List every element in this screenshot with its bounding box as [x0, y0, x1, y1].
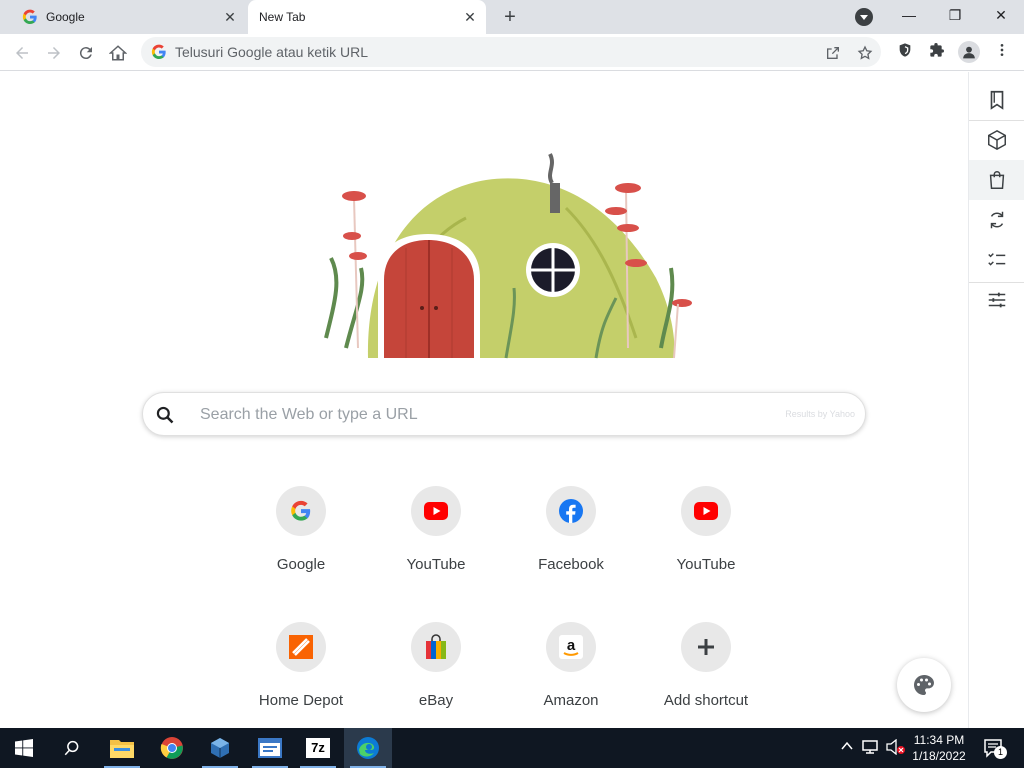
web-search-box[interactable]: Search the Web or type a URL Results by …: [142, 392, 866, 436]
clock-date: 1/18/2022: [912, 749, 966, 763]
shortcut-label: Add shortcut: [663, 692, 749, 709]
sliders-icon[interactable]: [969, 280, 1024, 320]
share-icon[interactable]: [823, 43, 843, 63]
shortcut-ebay[interactable]: eBay: [381, 622, 491, 732]
youtube-icon: [411, 486, 461, 536]
search-provider-label: Results by Yahoo: [785, 409, 855, 419]
palette-icon: [914, 675, 934, 695]
shortcut-label: Amazon: [543, 692, 599, 709]
shield-icon[interactable]: [895, 42, 915, 62]
google-favicon-icon: [22, 9, 37, 24]
omnibox[interactable]: Telusuri Google atau ketik URL: [141, 37, 881, 67]
tab-close-icon[interactable]: ✕: [222, 9, 238, 25]
notification-center-icon[interactable]: 1: [984, 738, 1007, 761]
chrome-icon[interactable]: [148, 728, 196, 768]
tab-title: New Tab: [259, 10, 306, 24]
more-menu-icon[interactable]: [992, 42, 1012, 62]
clock-time: 11:34 PM: [913, 733, 965, 747]
app-window-icon[interactable]: [246, 728, 294, 768]
sync-icon[interactable]: [969, 200, 1024, 240]
shortcut-google[interactable]: Google: [246, 486, 356, 596]
shortcut-label: YouTube: [676, 556, 736, 573]
taskbar-search-icon[interactable]: [48, 728, 96, 768]
package-icon[interactable]: [969, 120, 1024, 160]
volume-muted-icon[interactable]: [886, 738, 906, 758]
checklist-icon[interactable]: [969, 240, 1024, 280]
profile-avatar-icon[interactable]: [958, 41, 980, 63]
windows-taskbar: 7z 11:34 PM 1/18/2022 1: [0, 728, 1024, 768]
7zip-label: 7z: [306, 738, 330, 758]
shortcut-label: Google: [276, 556, 326, 573]
reload-icon[interactable]: [73, 40, 99, 66]
svg-text:a: a: [567, 637, 576, 654]
new-tab-button[interactable]: +: [498, 5, 522, 29]
minimize-button[interactable]: —: [886, 0, 932, 30]
facebook-icon: [546, 486, 596, 536]
customize-palette-button[interactable]: [897, 658, 951, 712]
shortcut-home-depot[interactable]: Home Depot: [246, 622, 356, 732]
tab-new-tab[interactable]: New Tab ✕: [248, 0, 486, 34]
home-icon[interactable]: [105, 40, 131, 66]
shortcut-facebook[interactable]: Facebook: [516, 486, 626, 596]
bookmark-icon[interactable]: [969, 80, 1024, 120]
ebay-icon: [411, 622, 461, 672]
tab-google[interactable]: Google ✕: [8, 0, 246, 34]
shortcut-label: YouTube: [406, 556, 466, 573]
file-explorer-icon[interactable]: [98, 728, 146, 768]
search-placeholder: Search the Web or type a URL: [200, 406, 418, 423]
start-windows-icon[interactable]: [0, 728, 48, 768]
google-icon: [276, 486, 326, 536]
hobbit-house-doodle-image: [324, 153, 692, 359]
extensions-puzzle-icon[interactable]: [927, 42, 947, 62]
tab-strip: Google ✕ New Tab ✕ + — ❐ ✕: [0, 0, 1024, 34]
amazon-icon: a: [546, 622, 596, 672]
shortcut-label: eBay: [418, 692, 454, 709]
plus-icon: [681, 622, 731, 672]
tab-search-icon[interactable]: [855, 8, 873, 26]
omnibox-placeholder: Telusuri Google atau ketik URL: [175, 44, 368, 60]
clock[interactable]: 11:34 PM 1/18/2022: [908, 732, 970, 764]
home-depot-icon: [276, 622, 326, 672]
shortcut-youtube[interactable]: YouTube: [381, 486, 491, 596]
bookmark-star-icon[interactable]: [855, 43, 875, 63]
tab-title: Google: [46, 10, 85, 24]
forward-icon[interactable]: [41, 40, 67, 66]
show-hidden-icons-chevron-icon[interactable]: [840, 739, 854, 756]
browser-toolbar: Telusuri Google atau ketik URL: [0, 34, 1024, 71]
network-icon[interactable]: [862, 739, 880, 758]
shortcut-label: Home Depot: [258, 692, 344, 709]
side-panel: [968, 72, 1024, 728]
close-window-button[interactable]: ✕: [978, 0, 1024, 30]
tab-close-icon[interactable]: ✕: [462, 9, 478, 25]
shopping-bag-icon[interactable]: [969, 160, 1024, 200]
shortcut-youtube[interactable]: YouTube: [651, 486, 761, 596]
google-icon: [151, 44, 166, 59]
restore-button[interactable]: ❐: [932, 0, 978, 30]
notification-count-badge: 1: [994, 746, 1007, 759]
shortcut-label: Facebook: [538, 556, 604, 573]
add-shortcut-button[interactable]: Add shortcut: [651, 622, 761, 732]
virtualbox-icon[interactable]: [196, 728, 244, 768]
shortcut-amazon[interactable]: a Amazon: [516, 622, 626, 732]
back-icon[interactable]: [9, 40, 35, 66]
youtube-icon: [681, 486, 731, 536]
edge-icon[interactable]: [344, 728, 392, 768]
7zip-icon[interactable]: 7z: [294, 728, 342, 768]
search-icon: [155, 405, 175, 430]
